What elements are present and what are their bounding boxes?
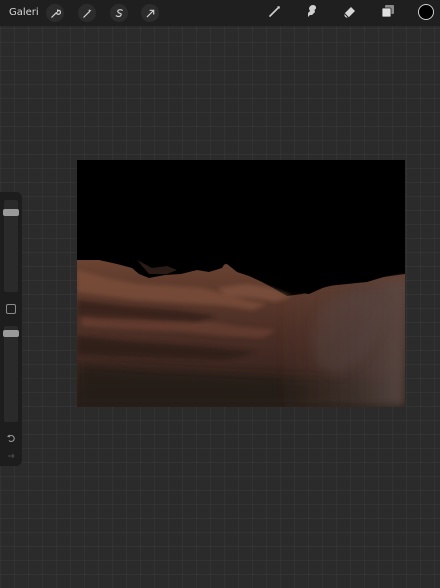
paint-button[interactable] [266,4,284,22]
brush-icon [267,3,283,23]
magic-wand-icon [82,4,93,23]
brush-size-thumb[interactable] [3,209,19,216]
eraser-icon [342,3,358,23]
wrench-icon [50,4,61,23]
opacity-slider[interactable] [3,326,19,422]
canvas-artwork [77,160,405,407]
redo-button[interactable] [4,446,18,458]
modify-button[interactable] [6,304,16,314]
selection-icon [114,4,125,23]
layers-button[interactable] [379,4,397,22]
redo-icon [7,443,15,462]
left-sidebar [0,192,22,466]
transform-arrow-icon [145,4,156,23]
color-picker-swatch[interactable] [418,4,434,20]
drawing-canvas[interactable] [77,160,405,407]
smudge-button[interactable] [303,4,321,22]
opacity-thumb[interactable] [3,330,19,337]
actions-button[interactable] [46,4,64,22]
selection-button[interactable] [110,4,128,22]
layers-icon [380,3,396,23]
top-toolbar: Galeri [0,0,440,26]
adjustments-button[interactable] [78,4,96,22]
transform-button[interactable] [141,4,159,22]
smudge-icon [304,3,320,23]
erase-button[interactable] [341,4,359,22]
procreate-workspace: Galeri [0,0,440,588]
gallery-button[interactable]: Galeri [9,6,39,20]
brush-size-slider[interactable] [3,200,19,292]
